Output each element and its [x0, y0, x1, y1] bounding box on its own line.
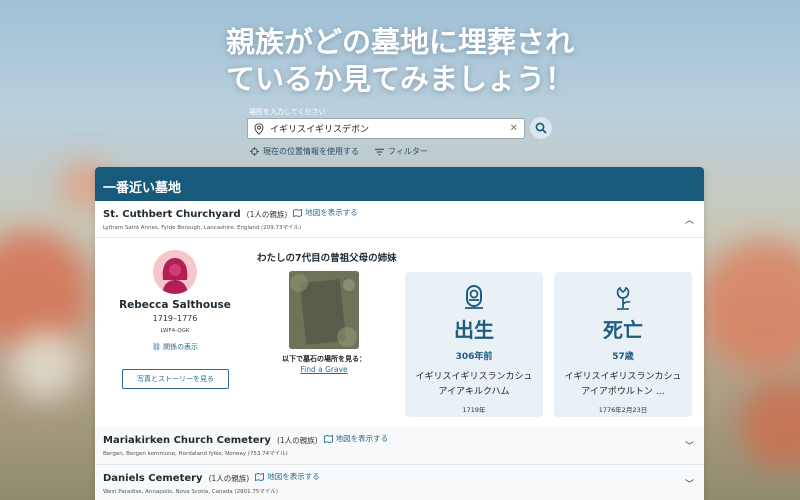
birth-label: 出生: [454, 318, 494, 342]
show-map-link[interactable]: 地図を表示する: [323, 433, 389, 444]
background-flower: [740, 380, 800, 470]
hero-title-line: ているか見てみましょう！: [225, 62, 574, 96]
baby-icon: [465, 285, 483, 309]
gravestone-image: [289, 271, 359, 349]
photos-stories-button[interactable]: 写真とストーリーを見る: [122, 369, 229, 389]
link-icon: ⛓: [151, 343, 164, 351]
cemetery-address: Lytham Saint Annes, Fylde Borough, Lanca…: [103, 224, 302, 231]
show-map-label: 地図を表示する: [335, 434, 389, 443]
search-button[interactable]: [530, 117, 552, 139]
map-icon: [323, 434, 333, 443]
panel-title: 一番近い墓地: [95, 167, 704, 201]
relationship-title: わたしの7代目の曾祖父母の姉妹: [257, 253, 397, 264]
birth-place: イギリスイギリスランカシュアイアキルクハム: [415, 372, 533, 397]
death-place: イギリスイギリスランカシュアイアポウルトン …: [564, 372, 682, 397]
cemetery-name: Daniels Cemetery: [103, 472, 203, 484]
person-years: 1719–1776: [152, 314, 198, 323]
search-label: 場所を入力してください: [249, 108, 326, 116]
birth-card: 出生 306年前 イギリスイギリスランカシュアイアキルクハム 1719年: [405, 272, 543, 417]
chevron-down-icon[interactable]: ﹀: [685, 439, 694, 452]
death-card: 死亡 57歳 イギリスイギリスランカシュアイアポウルトン … 1776年2月23…: [554, 272, 692, 417]
clear-icon[interactable]: ✕: [510, 123, 518, 134]
search-icon: [535, 122, 547, 134]
map-icon: [255, 472, 265, 481]
birth-date: 1719年: [462, 406, 486, 414]
use-location-label: 現在の位置情報を使用する: [263, 147, 359, 156]
grave-caption: 以下で墓石の場所を見る：: [282, 355, 366, 363]
relative-count: (1人の親族): [276, 435, 318, 445]
cemetery-name: Mariakirken Church Cemetery: [103, 434, 271, 446]
chevron-up-icon[interactable]: ︿: [685, 213, 694, 226]
filter-icon: [375, 148, 384, 155]
location-pin-icon: [254, 122, 264, 135]
use-location-link[interactable]: 現在の位置情報を使用する: [250, 146, 359, 157]
person-name[interactable]: Rebecca Salthouse: [95, 299, 255, 311]
chevron-down-icon[interactable]: ﹀: [685, 477, 694, 490]
background-flower: [10, 330, 80, 400]
show-map-label: 地図を表示する: [267, 472, 320, 481]
cemetery-address: West Paradise, Annapolis, Nova Scotia, C…: [103, 488, 278, 495]
avatar: [153, 250, 197, 294]
cemetery-panel: 一番近い墓地 St. Cuthbert Churchyard (1人の親族) 地…: [95, 167, 704, 500]
search-input[interactable]: イギリスイギリスデボン ✕: [247, 118, 525, 139]
search-input-value[interactable]: イギリスイギリスデボン: [270, 122, 510, 135]
birth-years-ago: 306年前: [455, 352, 493, 362]
find-a-grave-link[interactable]: Find a Grave: [265, 365, 383, 374]
map-icon: [293, 208, 303, 217]
crosshair-icon: [250, 147, 259, 156]
death-date: 1776年2月23日: [598, 406, 648, 414]
hero-title: 親族がどの墓地に埋葬され ているか見てみましょう！: [0, 24, 800, 98]
cemetery-row[interactable]: Mariakirken Church Cemetery (1人の親族) 地図を表…: [95, 427, 704, 465]
filter-link[interactable]: フィルター: [375, 146, 428, 157]
show-map-link[interactable]: 地図を表示する: [293, 207, 358, 218]
background-flower: [700, 240, 800, 370]
relative-count: (1人の親族): [208, 473, 250, 483]
person-id: LWF4-QGK: [160, 328, 190, 334]
gravestone-photo[interactable]: [289, 271, 359, 349]
woman-avatar-icon: [153, 250, 197, 294]
show-map-label: 地図を表示する: [305, 208, 358, 217]
cemetery-detail: Rebecca Salthouse 1719–1776 LWF4-QGK ⛓ 関…: [95, 238, 704, 427]
view-relationship-label: 関係の表示: [163, 343, 199, 351]
relative-count: (1人の親族): [246, 209, 288, 219]
flower-icon: [616, 286, 631, 310]
view-relationship-link[interactable]: ⛓ 関係の表示: [95, 342, 255, 352]
cemetery-name: St. Cuthbert Churchyard: [103, 208, 241, 220]
cemetery-row[interactable]: St. Cuthbert Churchyard (1人の親族) 地図を表示する …: [95, 201, 704, 238]
cemetery-address: Bergen, Bergen kommune, Hordaland fylke,…: [103, 450, 288, 457]
cemetery-row[interactable]: Daniels Cemetery (1人の親族) 地図を表示する West Pa…: [95, 465, 704, 500]
filter-label: フィルター: [388, 147, 428, 156]
age-at-death: 57歳: [612, 352, 634, 362]
hero-title-line: 親族がどの墓地に埋葬され: [225, 25, 574, 59]
death-label: 死亡: [603, 318, 643, 342]
search-options: 現在の位置情報を使用する フィルター: [250, 146, 428, 157]
show-map-link[interactable]: 地図を表示する: [255, 471, 320, 482]
